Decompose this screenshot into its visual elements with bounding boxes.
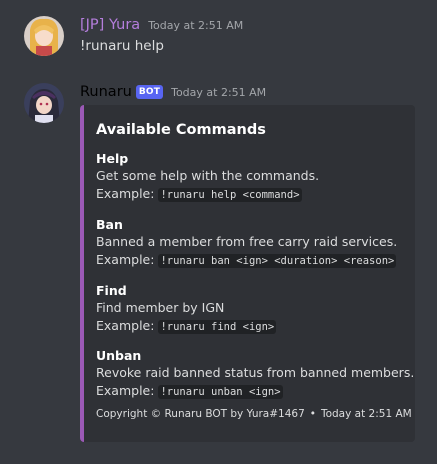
username-yura[interactable]: [JP] Yura: [80, 17, 140, 33]
example-code: !runaru find <ign>: [158, 320, 277, 334]
example-label: Example:: [96, 252, 155, 267]
bot-tag: BOT: [135, 85, 164, 99]
footer-separator: •: [309, 408, 316, 420]
message-header: [JP] Yura Today at 2:51 AM: [80, 15, 243, 35]
message-timestamp: Today at 2:51 AM: [171, 85, 267, 99]
field-name: Ban: [96, 217, 123, 232]
message-content: !runaru help: [80, 38, 164, 54]
message-yura: [JP] Yura Today at 2:51 AM !runaru help: [0, 0, 437, 70]
field-description: Banned a member from free carry raid ser…: [96, 234, 398, 249]
field-example: Example: !runaru find <ign>: [96, 317, 407, 336]
example-label: Example:: [96, 318, 155, 333]
field-name: Unban: [96, 348, 142, 363]
message-header: Runaru BOT Today at 2:51 AM: [80, 82, 266, 102]
field-description: Get some help with the commands.: [96, 168, 320, 183]
field-example: Example: !runaru help <command>: [96, 185, 407, 204]
message-timestamp: Today at 2:51 AM: [148, 18, 244, 32]
embed-footer: Copyright © Runaru BOT by Yura#1467 • Toda…: [96, 408, 412, 420]
field-example: Example: !runaru unban <ign>: [96, 382, 407, 401]
command-field-ban: Ban Banned a member from free carry raid…: [96, 217, 407, 270]
example-code: !runaru ban <ign> <duration> <reason>: [158, 254, 397, 268]
example-code: !runaru help <command>: [158, 188, 302, 202]
example-label: Example:: [96, 383, 155, 398]
embed-title: Available Commands: [96, 122, 266, 138]
command-field-unban: Unban Revoke raid banned status from ban…: [96, 348, 415, 401]
username-runaru[interactable]: Runaru: [80, 84, 132, 100]
field-example: Example: !runaru ban <ign> <duration> <r…: [96, 251, 407, 270]
field-name: Help: [96, 151, 129, 166]
field-description: Revoke raid banned status from banned me…: [96, 365, 415, 380]
embed-available-commands: Available Commands Help Get some help wi…: [80, 105, 415, 442]
example-code: !runaru unban <ign>: [158, 385, 283, 399]
avatar-runaru[interactable]: [24, 83, 64, 123]
field-name: Find: [96, 283, 127, 298]
avatar-yura[interactable]: [24, 16, 64, 56]
field-description: Find member by IGN: [96, 300, 225, 315]
footer-text: Copyright © Runaru BOT by Yura#1467: [96, 408, 305, 420]
command-field-find: Find Find member by IGN Example: !runaru…: [96, 283, 407, 336]
command-field-help: Help Get some help with the commands. Ex…: [96, 151, 407, 204]
example-label: Example:: [96, 186, 155, 201]
footer-timestamp: Today at 2:51 AM: [320, 408, 412, 420]
